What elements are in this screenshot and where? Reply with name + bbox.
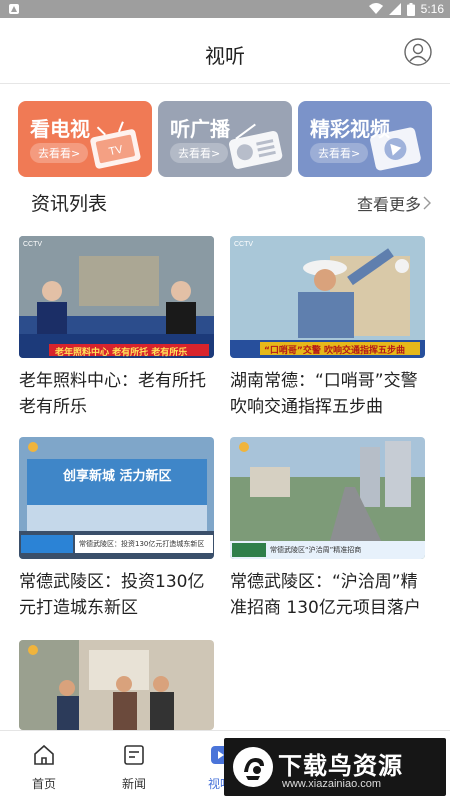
news-thumbnail: CCTV 老年照料中心 老有所托 老有所乐 — [19, 236, 214, 358]
radio-icon — [228, 123, 283, 169]
category-tiles: 看电视 去看看> TV 听广播 去看看> 精彩视频 去看看> — [18, 101, 432, 177]
thumbnail-overlay-text: “口哨哥”交警 吹响交通指挥五步曲 — [264, 346, 405, 356]
chevron-right-icon — [423, 196, 431, 210]
news-thumbnail — [19, 640, 214, 730]
thumbnail-overlay-text: 常德武陵区：投资130亿元打造城东新区 — [79, 540, 205, 548]
tile-label: 看电视 — [30, 117, 90, 141]
thumbnail-banner-text: 创享新城 活力新区 — [63, 469, 172, 484]
watermark: 下载鸟资源 www.xiazainiao.com — [224, 738, 446, 796]
news-title: 常德武陵区：投资130亿元打造城东新区 — [19, 572, 205, 618]
news-thumbnail: 常德武陵区“沪洽周”精准招商 — [230, 437, 425, 559]
view-more-label: 查看更多 — [356, 195, 421, 214]
home-icon — [34, 744, 54, 765]
news-card[interactable]: 创享新城 活力新区 常德武陵区：投资130亿元打造城东新区 常德武陵区：投资13… — [19, 437, 214, 621]
news-icon — [124, 745, 144, 765]
page-title: 视听 — [205, 44, 245, 68]
thumbnail-overlay-text: 老年照料中心 老有所托 老有所乐 — [55, 348, 188, 358]
svg-text:CCTV: CCTV — [234, 241, 253, 248]
nav-label: 首页 — [31, 777, 56, 791]
nav-home[interactable]: 首页 — [14, 743, 74, 792]
watermark-url: www.xiazainiao.com — [282, 778, 382, 790]
profile-icon[interactable] — [404, 38, 432, 66]
news-card[interactable]: CCTV “口哨哥”交警 吹响交通指挥五步曲 湖南常德：“口哨哥”交警 吹响交通… — [230, 236, 425, 420]
news-card[interactable]: 常德武陵区“沪洽周”精准招商 常德武陵区：“沪洽周”精准招商 130亿元项目落户 — [230, 437, 425, 621]
news-thumbnail: CCTV “口哨哥”交警 吹响交通指挥五步曲 — [230, 236, 425, 358]
wifi-icon — [368, 3, 383, 14]
tile-listen-radio[interactable]: 听广播 去看看> — [158, 101, 292, 177]
tile-label: 听广播 — [170, 117, 230, 141]
news-title: 老年照料中心：老有所托 老有所乐 — [19, 371, 206, 417]
status-bar: 5:16 — [0, 0, 450, 18]
go-see-button[interactable]: 去看看> — [310, 143, 369, 163]
go-see-button[interactable]: 去看看> — [30, 143, 89, 163]
watermark-name: 下载鸟资源 — [278, 752, 403, 780]
status-time: 5:16 — [420, 2, 444, 16]
news-thumbnail: 创享新城 活力新区 常德武陵区：投资130亿元打造城东新区 — [19, 437, 214, 559]
go-see-button[interactable]: 去看看> — [170, 143, 229, 163]
thumbnail-overlay-text: 常德武陵区“沪洽周”精准招商 — [270, 546, 362, 554]
tile-watch-tv[interactable]: 看电视 去看看> TV — [18, 101, 152, 177]
nav-news[interactable]: 新闻 — [104, 743, 164, 792]
svg-text:CCTV: CCTV — [23, 241, 42, 248]
news-title: 湖南常德：“口哨哥”交警 吹响交通指挥五步曲 — [230, 371, 418, 417]
app-header: 视听 — [0, 18, 450, 84]
tv-icon: TV — [90, 121, 141, 169]
signal-icon — [388, 3, 401, 15]
tile-featured-video[interactable]: 精彩视频 去看看> — [298, 101, 432, 177]
bird-logo-icon — [233, 747, 273, 787]
nav-label: 新闻 — [121, 777, 146, 791]
section-title: 资讯列表 — [31, 193, 108, 215]
news-title: 常德武陵区：“沪洽周”精准招商 130亿元项目落户 — [230, 572, 421, 618]
news-list-header: 资讯列表 查看更多 — [31, 186, 431, 216]
battery-icon — [406, 2, 415, 16]
app-notification-icon — [9, 4, 19, 14]
view-more-link[interactable]: 查看更多 — [357, 191, 431, 215]
news-card[interactable]: CCTV 老年照料中心 老有所托 老有所乐 老年照料中心：老有所托 老有所乐 — [19, 236, 214, 420]
news-card[interactable] — [19, 640, 214, 730]
video-icon — [370, 127, 421, 171]
